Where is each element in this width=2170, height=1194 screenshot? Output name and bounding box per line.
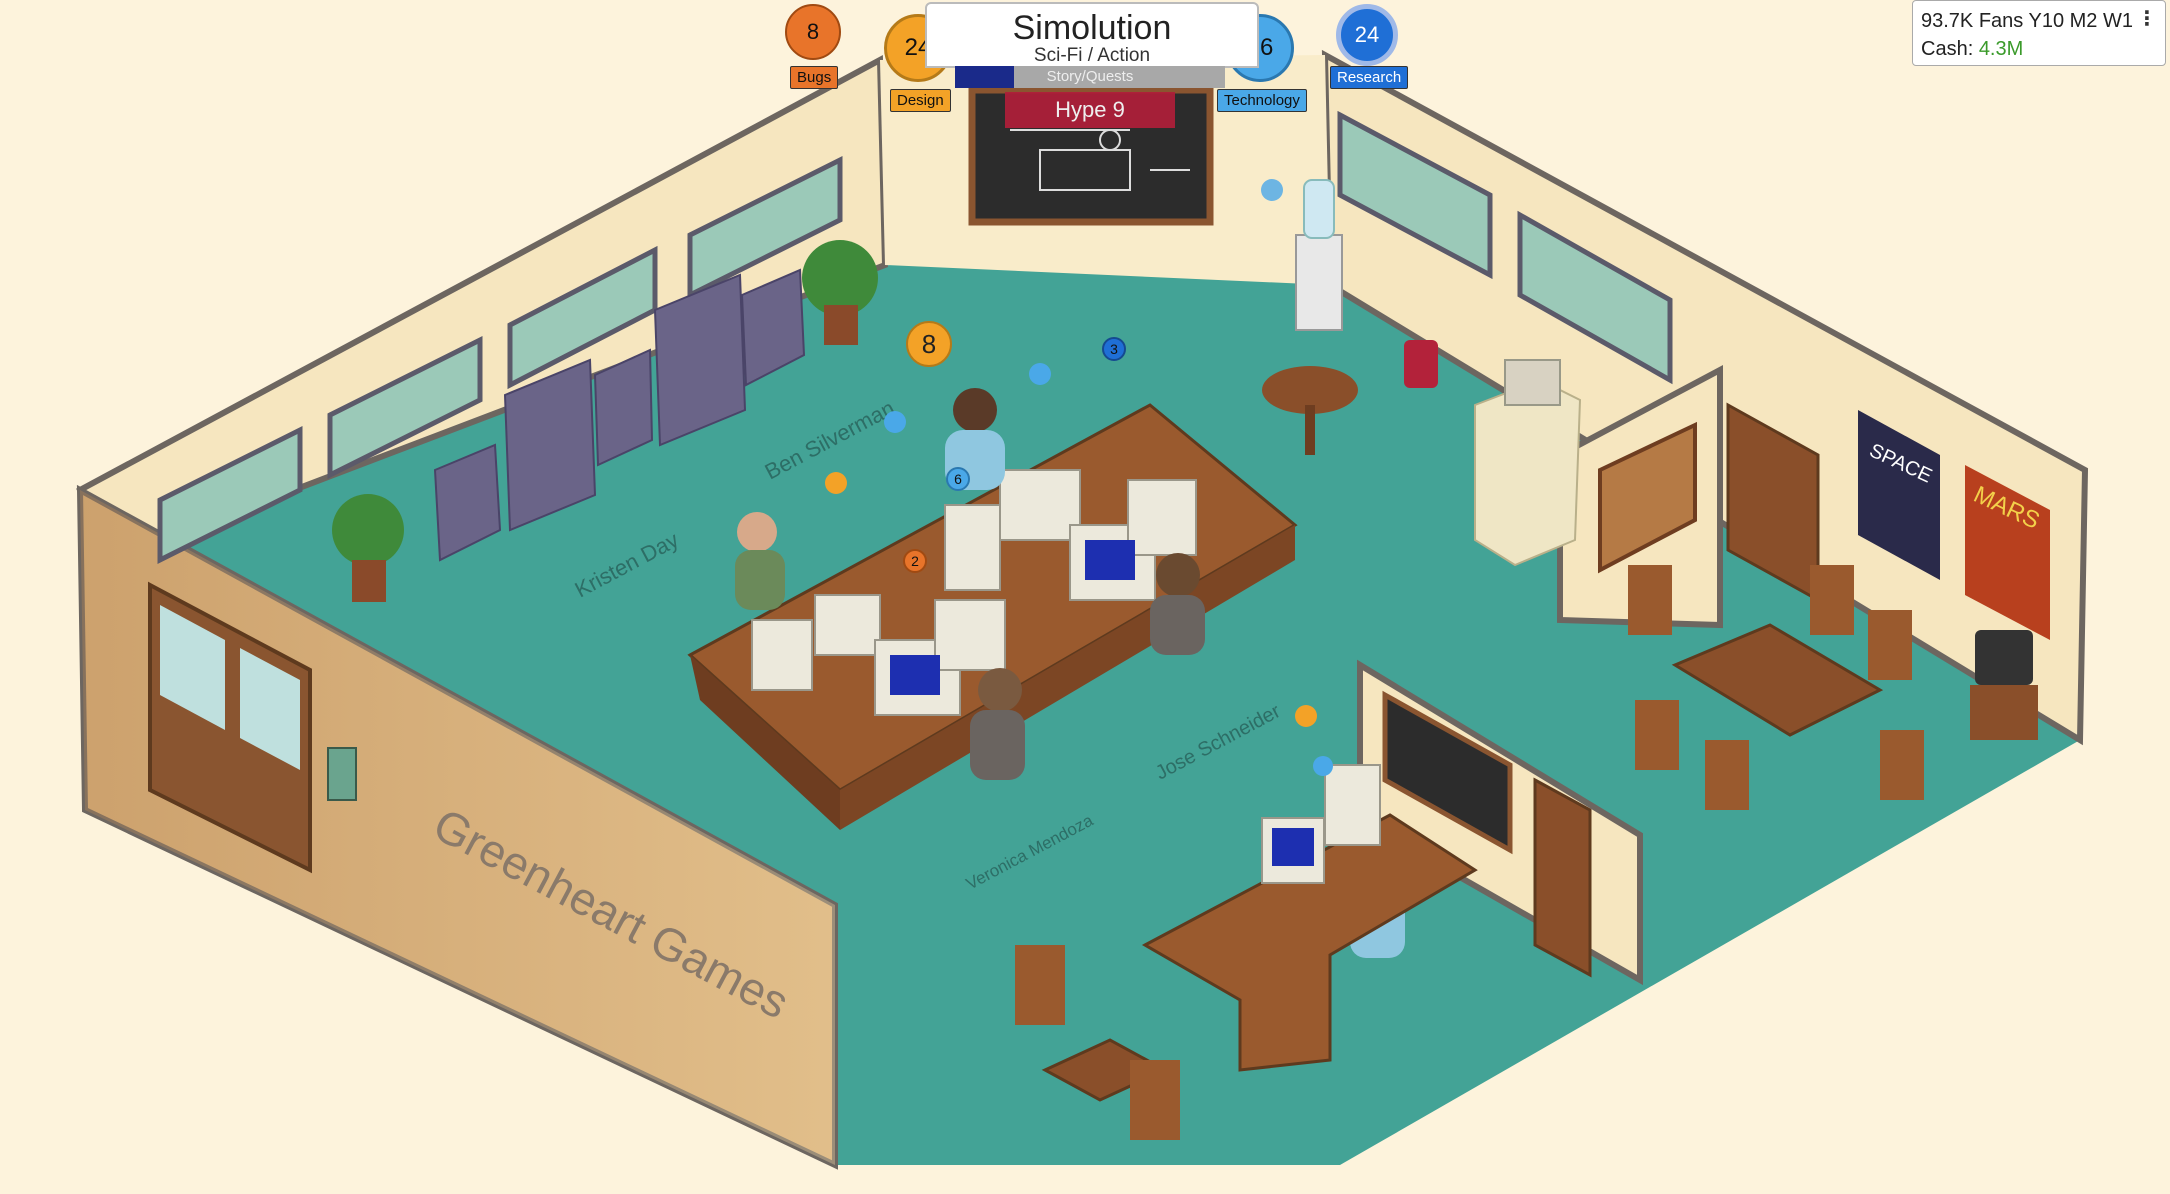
- office-scene: Ben Silverman Kristen Day Jose Schneider…: [76, 49, 2089, 1170]
- development-phase-bar: Story/Quests: [955, 66, 1225, 88]
- trash-can: [1404, 340, 1438, 388]
- cash-readout: Cash: 4.3M: [1921, 38, 2024, 60]
- svg-text:8: 8: [922, 329, 936, 359]
- bugs-counter: 8: [785, 4, 841, 60]
- fans-date-readout: 93.7K Fans Y10 M2 W1: [1921, 10, 2133, 32]
- phase-progress-fill: [955, 66, 1015, 88]
- bookshelf-office: [1533, 777, 1592, 978]
- cash-value: 4.3M: [1978, 38, 2024, 60]
- svg-text:2: 2: [911, 553, 919, 569]
- wall-panel: [327, 747, 357, 801]
- research-label: Research: [1330, 66, 1409, 89]
- game-title: Simolution: [1012, 9, 1172, 47]
- game-title-panel[interactable]: Simolution Sci-Fi / Action: [925, 2, 1259, 68]
- bugs-label: Bugs: [790, 66, 839, 89]
- hype-badge: Hype 9: [1005, 92, 1175, 128]
- design-label: Design: [890, 89, 951, 112]
- game-genre: Sci-Fi / Action: [1033, 45, 1151, 66]
- phase-label: Story/Quests: [1046, 68, 1134, 85]
- technology-label: Technology: [1217, 89, 1307, 112]
- svg-text:6: 6: [954, 471, 962, 487]
- status-panel[interactable]: 93.7K Fans Y10 M2 W1 Cash: 4.3M ⋮: [1912, 0, 2166, 66]
- menu-icon[interactable]: ⋮: [2137, 5, 2157, 33]
- tv-set: [1970, 630, 2038, 740]
- svg-text:3: 3: [1110, 341, 1118, 357]
- research-counter: 24: [1336, 4, 1398, 66]
